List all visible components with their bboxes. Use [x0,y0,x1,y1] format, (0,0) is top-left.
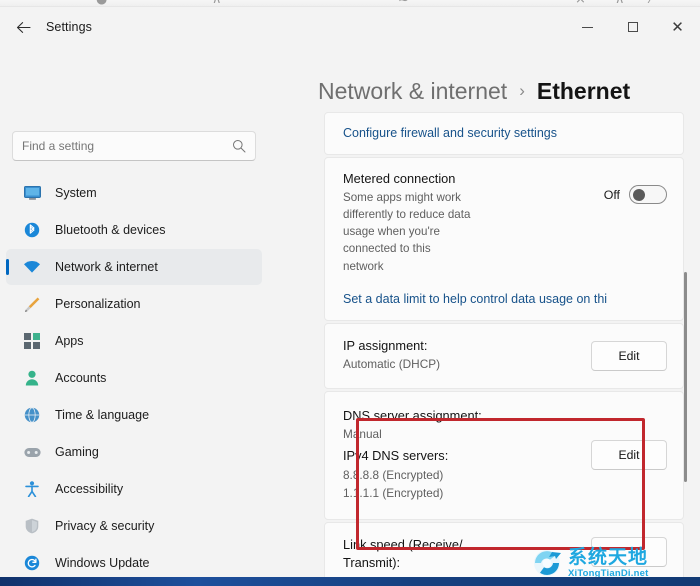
maximize-button[interactable] [610,7,655,47]
toggle-knob [633,188,645,201]
metered-connection-title: Metered connection [343,171,456,186]
metered-toggle-state-label: Off [603,187,620,202]
shield-icon [22,516,42,536]
gamepad-icon [22,442,42,462]
minimize-button[interactable] [565,7,610,47]
sidebar-item-label: Bluetooth & devices [55,223,166,237]
configure-firewall-link[interactable]: Configure firewall and security settings [343,126,557,140]
back-button[interactable] [6,11,40,43]
link-speed-title-line2: Transmit): [343,554,401,570]
globe-clock-icon [22,405,42,425]
taskbar [0,577,700,586]
sidebar-item-label: Personalization [55,297,141,311]
person-icon [22,368,42,388]
ip-assignment-text: IP assignment: Automatic (DHCP) [343,338,591,374]
dns-assignment-row: DNS server assignment: Manual IPv4 DNS s… [325,392,683,519]
remnant-glyph-3: · [290,0,294,6]
ip-assignment-value: Automatic (DHCP) [343,356,441,371]
wifi-icon [22,257,42,277]
settings-card-stack: Configure firewall and security settings… [324,112,684,586]
metered-connection-card: Metered connection Some apps might work … [324,157,684,321]
metered-connection-toggle[interactable] [629,185,667,204]
remnant-glyph-4: ≈ [398,0,409,6]
sidebar-item-apps[interactable]: Apps [6,323,262,359]
search-icon[interactable] [232,139,246,153]
close-icon: ✕ [671,17,684,36]
maximize-icon [627,22,638,32]
dns-server-2: 1.1.1.1 (Encrypted) [343,486,444,501]
firewall-card: Configure firewall and security settings [324,112,684,155]
metered-connection-description: Some apps might work differently to redu… [343,191,471,273]
ip-assignment-title: IP assignment: [343,337,428,353]
search-input[interactable] [22,139,232,153]
link-speed-text: Link speed (Receive/ Transmit): [343,537,591,573]
minimize-icon [582,26,593,28]
sidebar-item-system[interactable]: System [6,175,262,211]
sidebar-item-network-internet[interactable]: Network & internet [6,249,262,285]
ip-assignment-row: IP assignment: Automatic (DHCP) Edit [325,324,683,388]
link-speed-title-line1: Link speed (Receive/ [343,536,463,552]
app-title: Settings [46,20,92,34]
dns-server-1: 8.8.8.8 (Encrypted) [343,468,444,483]
dns-assignment-edit-button[interactable]: Edit [591,440,667,471]
remnant-glyph-7: ⁄ [650,0,652,6]
sidebar-item-accessibility[interactable]: Accessibility [6,471,262,507]
sidebar-item-label: Accessibility [55,482,124,496]
monitor-icon [22,183,42,203]
sidebar: System Bluetooth & devices Network [0,47,318,586]
data-limit-link-row[interactable]: Set a data limit to help control data us… [325,288,683,320]
link-speed-button[interactable] [591,536,667,567]
paintbrush-icon [22,294,42,314]
browser-chrome-remnant: ◕ ∧ · ≈ × ∧ ⁄ [0,0,700,7]
scrollbar-thumb[interactable] [684,272,687,482]
link-speed-control [591,536,667,567]
ipv4-dns-servers-title: IPv4 DNS servers: [343,448,449,464]
data-limit-link[interactable]: Set a data limit to help control data us… [343,292,607,306]
remnant-glyph-2: ∧ [212,0,222,6]
sidebar-item-gaming[interactable]: Gaming [6,434,262,470]
sidebar-item-privacy-security[interactable]: Privacy & security [6,508,262,544]
settings-window: ◕ ∧ · ≈ × ∧ ⁄ Settings ✕ Network & i [0,0,700,586]
search-box[interactable] [12,131,256,161]
apps-grid-icon [22,331,42,351]
dns-assignment-title: DNS server assignment: [343,407,482,423]
dns-assignment-control: Edit [591,440,667,471]
title-bar: Settings ✕ [0,7,700,47]
content-scrollbar[interactable] [684,162,687,562]
accessibility-icon [22,479,42,499]
sidebar-nav: System Bluetooth & devices Network & int… [6,175,262,582]
sidebar-item-bluetooth-devices[interactable]: Bluetooth & devices [6,212,262,248]
configure-firewall-link-row[interactable]: Configure firewall and security settings [325,113,683,154]
update-icon [22,553,42,573]
close-button[interactable]: ✕ [655,7,700,47]
ip-assignment-edit-button[interactable]: Edit [591,340,667,371]
ip-assignment-card: IP assignment: Automatic (DHCP) Edit [324,322,684,389]
metered-connection-text: Metered connection Some apps might work … [343,171,604,275]
remnant-glyph-6: ∧ [615,0,625,6]
sidebar-item-label: Privacy & security [55,519,155,533]
sidebar-item-label: Accounts [55,371,107,385]
sidebar-item-accounts[interactable]: Accounts [6,360,262,396]
bluetooth-icon [22,220,42,240]
sidebar-item-label: System [55,186,97,200]
remnant-glyph-1: ◕ [96,0,107,6]
metered-connection-row: Metered connection Some apps might work … [325,158,683,288]
sidebar-item-windows-update[interactable]: Windows Update [6,545,262,581]
sidebar-item-label: Time & language [55,408,150,422]
sidebar-item-time-language[interactable]: Time & language [6,397,262,433]
sidebar-item-personalization[interactable]: Personalization [6,286,262,322]
remnant-glyph-5: × [575,0,586,6]
sidebar-item-label: Apps [55,334,84,348]
sidebar-item-label: Network & internet [55,260,158,274]
dns-assignment-card: DNS server assignment: Manual IPv4 DNS s… [324,390,684,520]
back-arrow-icon [16,21,31,33]
metered-connection-control: Off [604,171,667,204]
dns-assignment-value: Manual [343,426,382,441]
content-pane: Configure firewall and security settings… [318,47,700,586]
sidebar-item-label: Gaming [55,445,99,459]
sidebar-item-label: Windows Update [55,556,150,570]
window-controls: ✕ [565,7,700,47]
ip-assignment-control: Edit [591,340,667,371]
dns-assignment-text: DNS server assignment: Manual IPv4 DNS s… [343,408,591,503]
